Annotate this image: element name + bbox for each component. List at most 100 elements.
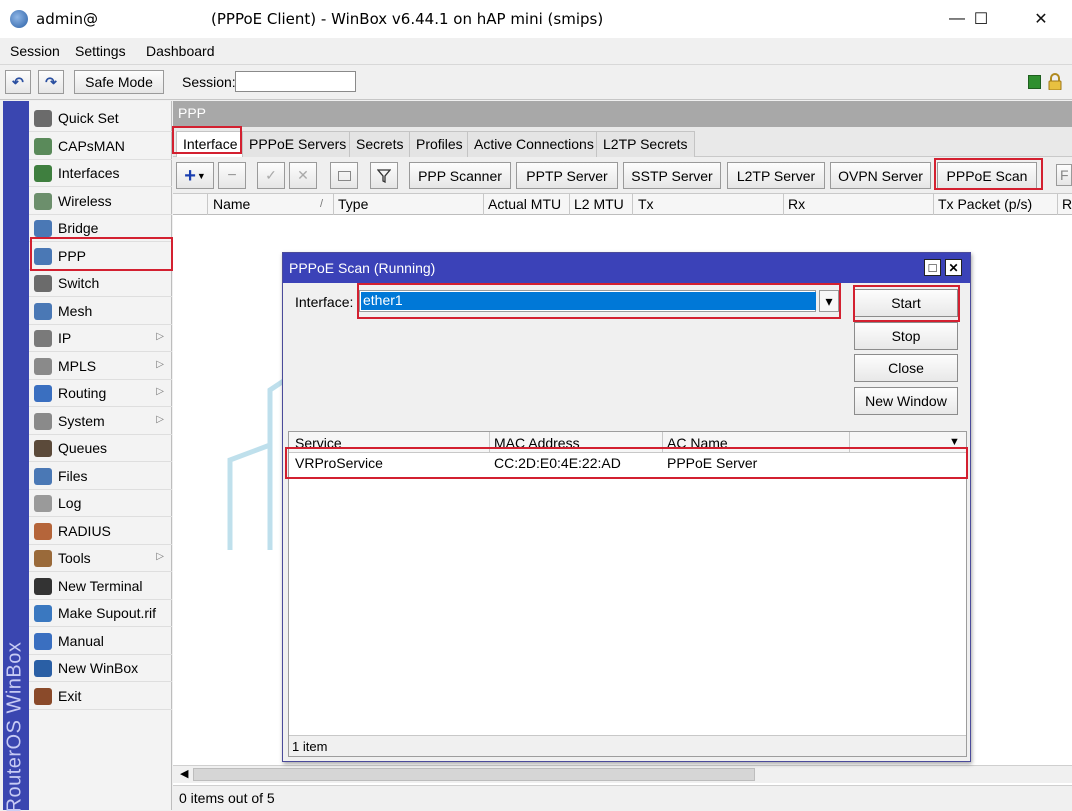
sidebar-item-capsman[interactable]: CAPsMAN [29,133,172,160]
tab-active-connections[interactable]: Active Connections [467,131,601,157]
col-mac-address[interactable]: MAC Address [494,435,580,451]
sidebar-item-wireless[interactable]: Wireless [29,188,172,215]
menu-dashboard[interactable]: Dashboard [146,43,215,59]
scroll-left-icon[interactable]: ◀ [180,767,188,780]
sidebar-item-label: Bridge [58,220,99,236]
maximize-button[interactable]: ☐ [958,0,1004,38]
sidebar-item-ip[interactable]: IP ▷ [29,325,172,352]
session-input[interactable] [235,71,356,92]
sidebar-item-exit[interactable]: Exit [29,683,172,710]
sidebar-item-bridge[interactable]: Bridge [29,215,172,242]
sidebar-item-mpls[interactable]: MPLS ▷ [29,353,172,380]
sstp-server-button[interactable]: SSTP Server [623,162,721,189]
col-rx[interactable]: Rx [788,196,805,212]
menu-bar: Session Settings Dashboard [0,38,1072,64]
table-row[interactable]: VRProService CC:2D:E0:4E:22:AD PPPoE Ser… [289,453,966,473]
log-icon [34,495,52,512]
sidebar-item-label: Quick Set [58,110,119,126]
sidebar-item-label: New WinBox [58,660,139,676]
sidebar-item-system[interactable]: System ▷ [29,408,172,435]
comment-button[interactable] [330,162,358,189]
pppoe-scan-button[interactable]: PPPoE Scan [937,162,1037,189]
col-actual-mtu[interactable]: Actual MTU [488,196,561,212]
col-name[interactable]: Name [213,196,250,212]
tab-interface[interactable]: Interface [176,131,245,157]
disable-button[interactable]: ✕ [289,162,317,189]
sidebar-item-label: MPLS [58,357,97,374]
sidebar-item-label: Routing [58,385,107,401]
remove-button[interactable]: − [218,162,246,189]
filter-button[interactable] [370,162,398,189]
col-l2-mtu[interactable]: L2 MTU [574,196,624,212]
l2tp-server-button[interactable]: L2TP Server [727,162,825,189]
sidebar-item-ppp[interactable]: PPP [29,243,172,270]
sidebar-item-label: New Terminal [58,577,143,594]
undo-button[interactable]: ↶ [5,70,31,94]
col-tx-packet[interactable]: Tx Packet (p/s) [938,196,1032,212]
tab-profiles[interactable]: Profiles [409,131,470,157]
start-button[interactable]: Start [854,289,958,317]
col-type[interactable]: Type [338,196,368,212]
enable-button[interactable]: ✓ [257,162,285,189]
stop-button[interactable]: Stop [854,322,958,350]
horizontal-scrollbar[interactable]: ◀ [173,765,1072,783]
sidebar-item-mesh[interactable]: Mesh [29,298,172,325]
sidebar-item-tools[interactable]: Tools ▷ [29,545,172,572]
close-dialog-button[interactable]: Close [854,354,958,382]
col-rx-packet[interactable]: R [1062,196,1072,212]
new-window-button[interactable]: New Window [854,387,958,415]
menu-settings[interactable]: Settings [75,43,126,59]
sidebar-item-new-winbox[interactable]: New WinBox [29,655,172,682]
ppp-scanner-button[interactable]: PPP Scanner [409,162,511,189]
close-button[interactable]: ✕ [1018,0,1064,38]
sidebar-item-make-supout-rif[interactable]: Make Supout.rif [29,600,172,627]
sidebar-item-switch[interactable]: Switch [29,270,172,297]
redo-button[interactable]: ↷ [38,70,64,94]
pptp-server-button[interactable]: PPTP Server [516,162,618,189]
tab-pppoe-servers[interactable]: PPPoE Servers [242,131,354,157]
sidebar-item-manual[interactable]: Manual [29,628,172,655]
dialog-restore-button[interactable]: □ [924,259,941,276]
gear-icon [34,412,52,430]
ppp-window-title: PPP [173,101,1072,127]
col-service[interactable]: Service [295,435,342,451]
chevron-down-icon: ▼ [196,170,206,181]
redo-icon: ↷ [45,73,57,90]
sidebar-item-files[interactable]: Files [29,463,172,490]
row-service: VRProService [295,455,383,471]
ovpn-server-button[interactable]: OVPN Server [830,162,931,189]
sidebar-item-quick-set[interactable]: Quick Set [29,105,172,132]
sidebar-item-log[interactable]: Log [29,490,172,517]
submenu-arrow-icon: ▷ [156,386,164,397]
sidebar-item-label: Make Supout.rif [58,605,157,621]
sidebar-item-queues[interactable]: Queues [29,435,172,462]
sidebar-item-label: Log [58,495,82,511]
document-icon [34,605,52,622]
col-ac-name[interactable]: AC Name [667,435,728,451]
menu-session[interactable]: Session [10,43,60,59]
sidebar-item-interfaces[interactable]: Interfaces [29,160,172,187]
tab-secrets[interactable]: Secrets [349,131,411,157]
sort-indicator-icon: / [320,198,324,210]
ppp-toolbar: + ▼ − ✓ ✕ PPP Scanner PPTP Server SSTP Se… [173,157,1072,194]
add-button[interactable]: + ▼ [176,162,214,189]
tab-l2tp-secrets[interactable]: L2TP Secrets [596,131,695,157]
queues-icon [34,440,52,457]
sidebar-item-new-terminal[interactable]: New Terminal [29,573,172,600]
dropdown-arrow-icon[interactable]: ▾ [819,290,839,312]
interface-select[interactable]: ether1 [359,290,816,312]
column-menu-icon[interactable]: ▼ [949,436,960,448]
dialog-close-button[interactable]: ✕ [945,259,962,276]
scroll-thumb[interactable] [193,768,755,781]
scan-status: 1 item [289,735,966,756]
scan-table-header: Service MAC Address AC Name ▼ [289,432,966,453]
col-tx[interactable]: Tx [638,196,654,212]
routing-icon [34,385,52,402]
interface-value[interactable]: ether1 [361,292,816,310]
winbox-icon [34,660,52,677]
title-text: (PPPoE Client) - WinBox v6.44.1 on hAP m… [211,10,604,28]
safe-mode-button[interactable]: Safe Mode [74,70,164,94]
sidebar-item-radius[interactable]: RADIUS [29,518,172,545]
find-input[interactable]: F [1056,164,1072,186]
sidebar-item-routing[interactable]: Routing ▷ [29,380,172,407]
